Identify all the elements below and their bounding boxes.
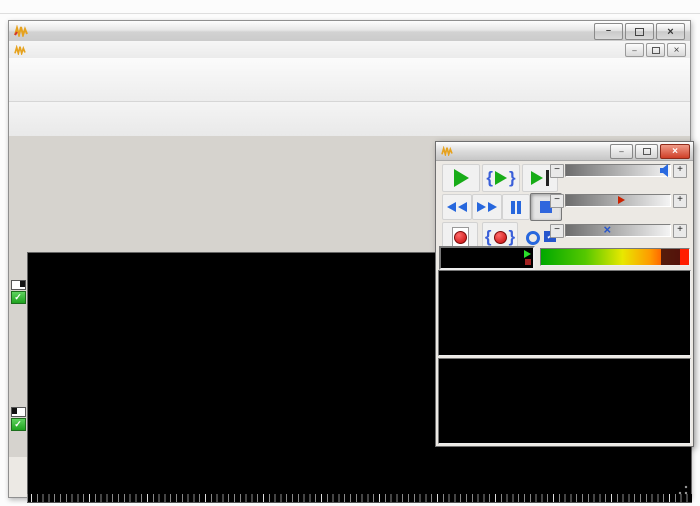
spectrum-analyzer-right	[438, 358, 691, 444]
desktop: ✓ ✓	[0, 0, 700, 506]
speed-slider[interactable]: ×	[565, 222, 671, 237]
panel-close-button[interactable]	[660, 144, 690, 159]
volume-speaker-icon	[659, 164, 672, 177]
channel-2-fader[interactable]	[10, 407, 26, 417]
title-bar[interactable]	[9, 21, 690, 42]
mdi-restore-button[interactable]	[646, 43, 665, 57]
minimize-button[interactable]	[594, 23, 623, 40]
speed-minus-button[interactable]: −	[550, 224, 564, 238]
channel-1-enable-checkbox[interactable]: ✓	[10, 291, 26, 304]
fast-forward-button[interactable]	[472, 194, 502, 220]
goldwave-window: ✓ ✓	[8, 20, 694, 506]
playing-icon	[524, 250, 531, 258]
maximize-button[interactable]	[625, 23, 654, 40]
balance-marker-icon	[618, 196, 625, 204]
record-standby-icon	[524, 259, 531, 265]
pause-button[interactable]	[502, 194, 530, 220]
volume-slider[interactable]	[565, 164, 671, 177]
record-selection-icon	[493, 230, 507, 244]
main-toolbar	[9, 58, 690, 102]
brace-icon: {	[486, 168, 493, 187]
goldwave-app-icon	[14, 24, 28, 39]
control-panel-titlebar[interactable]	[436, 142, 693, 161]
playback-status-icons	[524, 250, 531, 265]
speed-plus-button[interactable]: +	[673, 224, 687, 238]
mdi-restore-icon	[651, 46, 660, 54]
record-icon	[451, 226, 469, 248]
tools-toolbar	[9, 102, 690, 136]
monitor-indicator-icon[interactable]	[526, 231, 540, 245]
balance-minus-button[interactable]: −	[550, 194, 564, 208]
maximize-icon	[635, 27, 644, 36]
spectrum-analyzer-left	[438, 270, 691, 356]
rewind-button[interactable]	[442, 194, 472, 220]
level-meter-peak-block	[660, 249, 681, 265]
time-display	[439, 246, 535, 270]
channel-1-controls[interactable]: ✓	[10, 280, 26, 305]
control-panel-icon	[441, 145, 453, 158]
panel-maximize-button[interactable]	[635, 144, 658, 159]
play-selection-button[interactable]: {}	[482, 164, 520, 192]
fast-forward-icon	[477, 202, 486, 212]
balance-slider[interactable]	[565, 194, 671, 207]
mdi-minimize-button[interactable]	[625, 43, 644, 57]
menu-bar	[9, 41, 690, 59]
speed-marker-icon: ×	[603, 222, 612, 237]
volume-minus-button[interactable]: −	[550, 164, 564, 178]
mdi-close-button[interactable]	[667, 43, 686, 57]
rewind-icon	[447, 202, 456, 212]
close-button[interactable]	[656, 23, 685, 40]
play-icon	[453, 169, 469, 187]
pause-icon	[511, 200, 515, 214]
control-panel-window: {} {} ✓ − + − + − × +	[435, 141, 694, 447]
channel-2-controls[interactable]: ✓	[10, 407, 26, 432]
volume-plus-button[interactable]: +	[673, 164, 687, 178]
play-button[interactable]	[442, 164, 480, 192]
main-time-axis	[27, 502, 692, 506]
play-end-icon	[531, 171, 543, 185]
frame-line	[0, 13, 700, 14]
level-meter	[540, 248, 690, 266]
channel-2-enable-checkbox[interactable]: ✓	[10, 418, 26, 431]
channel-1-fader[interactable]	[10, 280, 26, 290]
time-tick-strip	[27, 494, 692, 502]
document-icon	[14, 43, 26, 57]
balance-plus-button[interactable]: +	[673, 194, 687, 208]
panel-minimize-button[interactable]	[610, 144, 633, 159]
resize-grip[interactable]	[678, 485, 688, 495]
